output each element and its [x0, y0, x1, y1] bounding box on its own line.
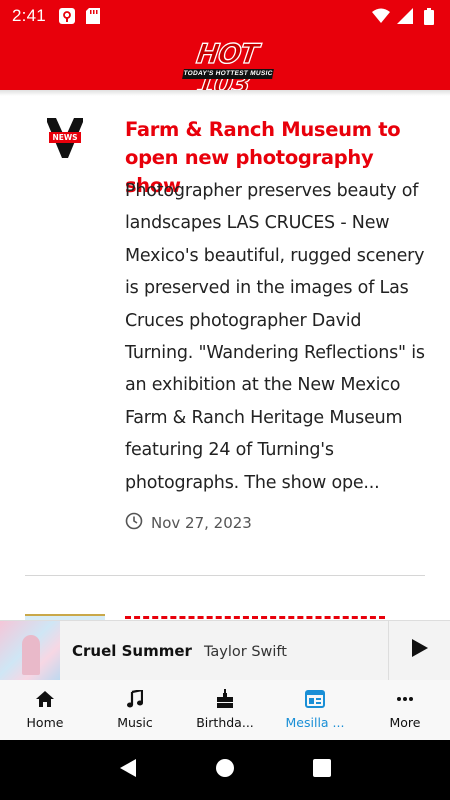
status-time: 2:41: [12, 6, 46, 25]
article-date: Nov 27, 2023: [125, 512, 252, 534]
sd-card-icon: [84, 7, 102, 25]
next-article-title[interactable]: [125, 612, 425, 620]
home-button-icon[interactable]: [215, 758, 235, 783]
system-navigation-bar: [0, 740, 450, 800]
more-icon: [394, 688, 416, 710]
nav-label: Birthda...: [196, 715, 254, 730]
nav-item-music[interactable]: Music: [90, 680, 180, 740]
battery-icon: [420, 7, 438, 25]
play-button[interactable]: [388, 620, 450, 681]
logo-tagline: TODAY'S HOTTEST MUSIC: [182, 69, 274, 79]
station-logo[interactable]: HOT 103 TODAY'S HOTTEST MUSIC: [165, 38, 285, 101]
nav-item-mesilla[interactable]: Mesilla ...: [270, 680, 360, 740]
divider: [25, 575, 425, 576]
nav-item-more[interactable]: More: [360, 680, 450, 740]
cake-icon: [214, 688, 236, 710]
app-bar: HOT 103 TODAY'S HOTTEST MUSIC: [0, 32, 450, 101]
music-note-icon: [124, 688, 146, 710]
nav-label: Home: [26, 715, 64, 730]
clock-icon: [125, 512, 143, 534]
date-text: Nov 27, 2023: [151, 514, 252, 532]
recents-icon[interactable]: [313, 758, 331, 782]
play-icon: [411, 638, 429, 663]
album-art[interactable]: [0, 620, 60, 681]
article-thumbnail: NEWS: [46, 116, 84, 162]
bottom-navigation: Home Music Birthda... Mesilla ... More: [0, 680, 450, 740]
home-icon: [34, 688, 56, 710]
app-bar-shadow: [0, 90, 450, 96]
mini-player[interactable]: Cruel Summer Taylor Swift: [0, 620, 450, 681]
news-feed[interactable]: NEWS Farm & Ranch Museum to open new pho…: [0, 90, 450, 620]
thumb-label: NEWS: [52, 133, 78, 142]
track-title: Cruel Summer: [72, 641, 192, 660]
wifi-icon: [372, 7, 390, 25]
track-artist: Taylor Swift: [203, 643, 287, 660]
podcast-icon: [58, 7, 76, 25]
track-info[interactable]: Cruel Summer Taylor Swift: [72, 642, 388, 660]
nav-item-birthdays[interactable]: Birthda...: [180, 680, 270, 740]
back-icon[interactable]: [119, 758, 137, 783]
status-bar: 2:41: [0, 0, 450, 32]
nav-label: Mesilla ...: [285, 715, 345, 730]
nav-item-home[interactable]: Home: [0, 680, 90, 740]
signal-icon: [396, 7, 414, 25]
nav-label: Music: [117, 715, 153, 730]
news-icon: [304, 688, 326, 710]
nav-label: More: [389, 715, 421, 730]
article-excerpt: Photographer preserves beauty of landsca…: [125, 181, 425, 493]
